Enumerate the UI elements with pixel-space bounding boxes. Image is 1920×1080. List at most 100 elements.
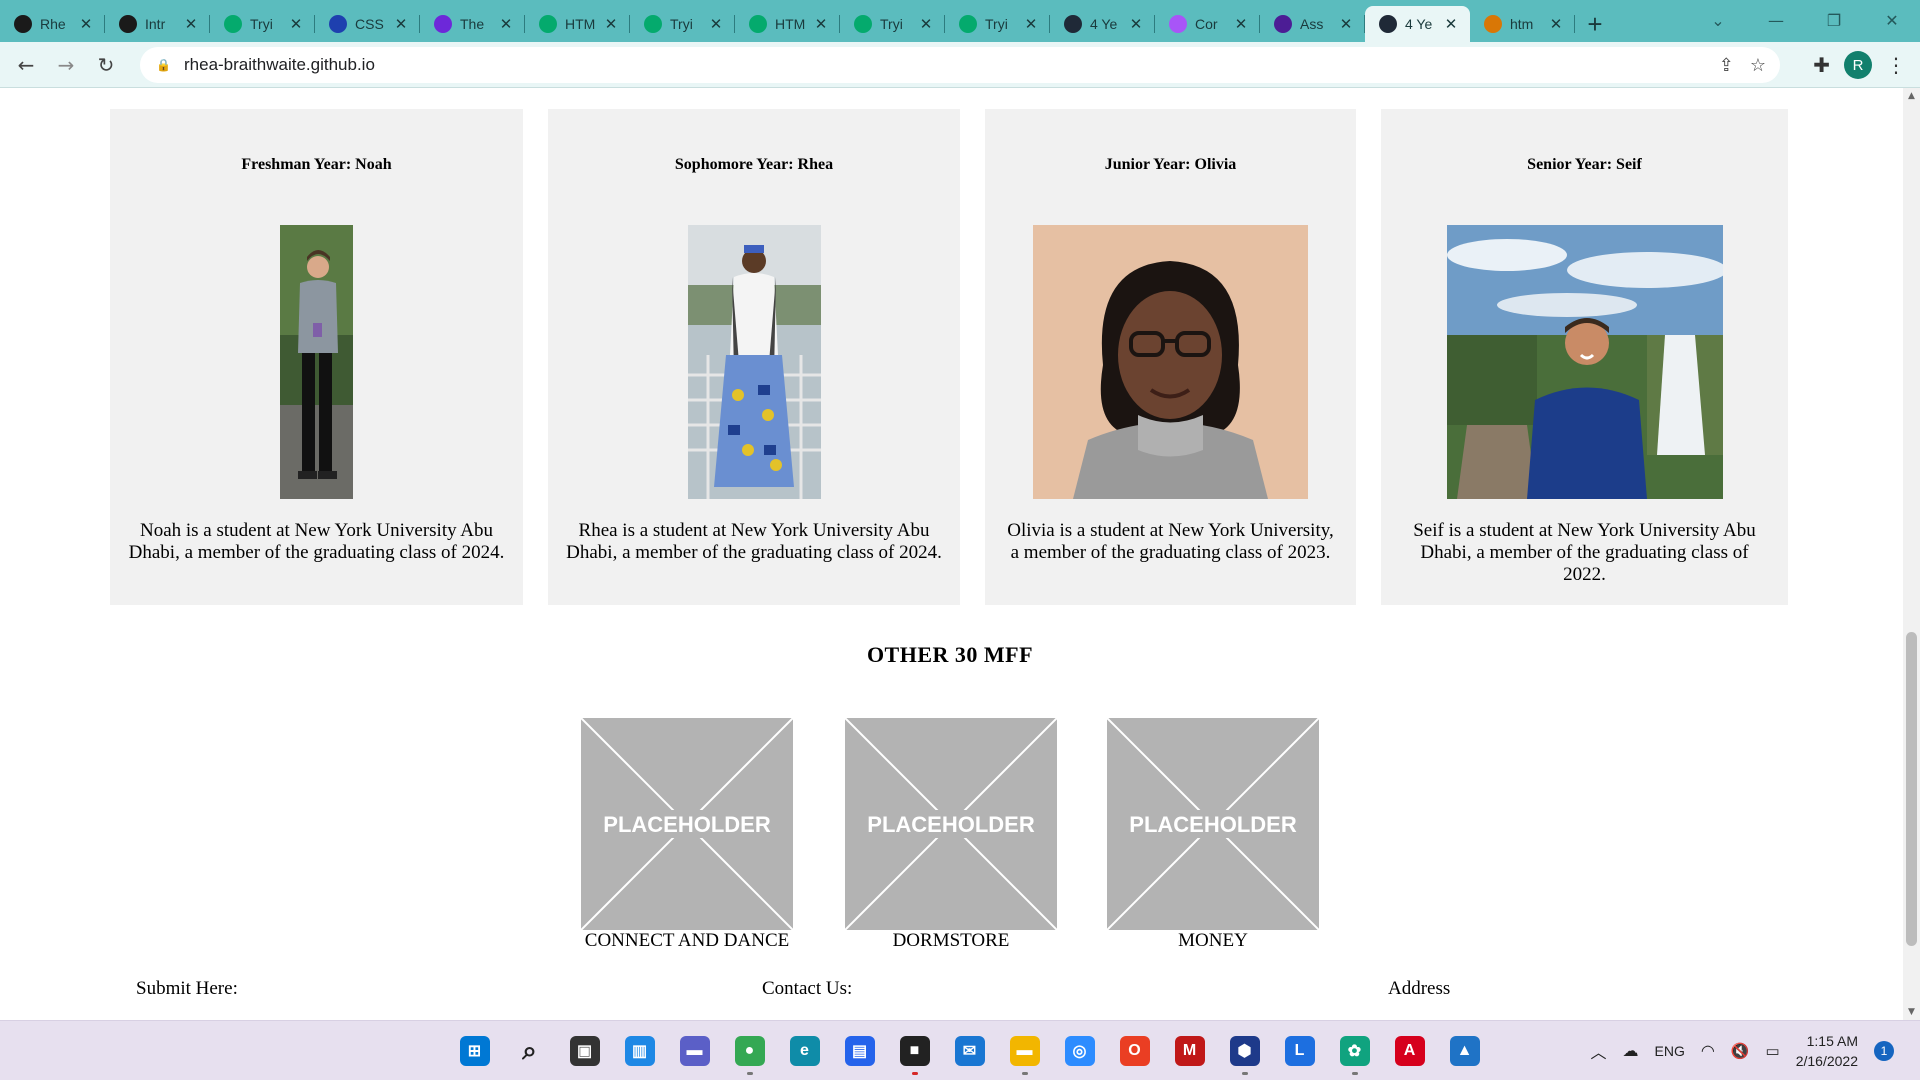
taskbar-app-button[interactable]: M bbox=[1162, 1021, 1217, 1080]
placeholder-image-dormstore[interactable]: PLACEHOLDER bbox=[844, 717, 1058, 931]
virtualbox-icon: ⬢ bbox=[1229, 1036, 1260, 1066]
taskbar-app-button[interactable]: ▥ bbox=[612, 1021, 667, 1080]
tab-title: Tryi bbox=[250, 16, 273, 32]
browser-tab[interactable]: CSS ✕ bbox=[315, 6, 420, 42]
browser-tab[interactable]: Rhe ✕ bbox=[0, 6, 105, 42]
profile-avatar[interactable]: R bbox=[1844, 51, 1872, 79]
student-card-olivia: Junior Year: Olivia Olivia is a student … bbox=[985, 109, 1356, 605]
tab-close-icon[interactable]: ✕ bbox=[1127, 15, 1145, 33]
chatgpt-icon: ✿ bbox=[1339, 1036, 1370, 1066]
show-hidden-icons-icon[interactable]: ︿ bbox=[1591, 1039, 1607, 1063]
back-icon[interactable]: ← bbox=[6, 45, 46, 85]
tab-close-icon[interactable]: ✕ bbox=[1022, 15, 1040, 33]
browser-tab[interactable]: Ass ✕ bbox=[1260, 6, 1365, 42]
taskbar-app-button[interactable]: ⊞ bbox=[447, 1021, 502, 1080]
placeholder-label: DORMSTORE bbox=[892, 930, 1010, 951]
bookmark-star-icon[interactable]: ☆ bbox=[1750, 55, 1766, 76]
menu-kebab-icon[interactable]: ⋮ bbox=[1886, 53, 1906, 77]
browser-tab[interactable]: Tryi ✕ bbox=[210, 6, 315, 42]
tab-close-icon[interactable]: ✕ bbox=[917, 15, 935, 33]
tab-close-icon[interactable]: ✕ bbox=[1442, 15, 1460, 33]
browser-tab[interactable]: Cor ✕ bbox=[1155, 6, 1260, 42]
running-indicator bbox=[911, 1072, 918, 1075]
close-window-icon[interactable]: ✕ bbox=[1864, 0, 1920, 40]
wifi-icon[interactable]: ◠ bbox=[1701, 1041, 1715, 1061]
browser-tab[interactable]: Tryi ✕ bbox=[840, 6, 945, 42]
share-icon[interactable]: ⇪ bbox=[1719, 55, 1734, 76]
taskbar-app-button[interactable]: L bbox=[1272, 1021, 1327, 1080]
browser-tab[interactable]: htm ✕ bbox=[1470, 6, 1575, 42]
taskbar-app-button[interactable]: ▬ bbox=[997, 1021, 1052, 1080]
file-explorer-icon: ▬ bbox=[1009, 1036, 1040, 1066]
onedrive-icon[interactable]: ☁ bbox=[1623, 1041, 1639, 1061]
clock[interactable]: 1:15 AM 2/16/2022 bbox=[1796, 1031, 1858, 1071]
tab-close-icon[interactable]: ✕ bbox=[812, 15, 830, 33]
url-text[interactable]: rhea-braithwaite.github.io bbox=[184, 55, 375, 75]
notification-badge[interactable]: 1 bbox=[1874, 1041, 1894, 1061]
minimize-icon[interactable]: — bbox=[1748, 0, 1804, 40]
language-indicator[interactable]: ENG bbox=[1655, 1043, 1685, 1059]
taskbar-app-button[interactable]: ◎ bbox=[1052, 1021, 1107, 1080]
browser-tab[interactable]: 4 Ye ✕ bbox=[1050, 6, 1155, 42]
browser-tab[interactable]: HTM ✕ bbox=[525, 6, 630, 42]
scroll-up-icon[interactable]: ▲ bbox=[1903, 88, 1920, 104]
taskbar-app-button[interactable]: ▣ bbox=[557, 1021, 612, 1080]
taskbar-app-button[interactable]: A bbox=[1382, 1021, 1437, 1080]
start-icon: ⊞ bbox=[459, 1036, 490, 1066]
browser-tab[interactable]: The ✕ bbox=[420, 6, 525, 42]
browser-tab[interactable]: HTM ✕ bbox=[735, 6, 840, 42]
widgets-icon: ▥ bbox=[624, 1036, 655, 1066]
taskbar-app-button[interactable]: ● bbox=[722, 1021, 777, 1080]
browser-tab[interactable]: 4 Ye ✕ bbox=[1365, 6, 1470, 42]
student-card-seif: Senior Year: Seif Seif is a student at N… bbox=[1381, 109, 1788, 605]
address-bar[interactable]: 🔒 rhea-braithwaite.github.io ⇪ ☆ bbox=[140, 47, 1780, 83]
tab-title: Rhe bbox=[40, 16, 66, 32]
taskbar-app-button[interactable]: ⬢ bbox=[1217, 1021, 1272, 1080]
battery-icon[interactable]: ▭ bbox=[1766, 1042, 1780, 1060]
tab-close-icon[interactable]: ✕ bbox=[392, 15, 410, 33]
placeholder-label: MONEY bbox=[1178, 930, 1248, 951]
taskbar-app-button[interactable]: ▲ bbox=[1437, 1021, 1492, 1080]
tab-title: htm bbox=[1510, 16, 1534, 32]
taskbar-app-button[interactable]: ✿ bbox=[1327, 1021, 1382, 1080]
tab-close-icon[interactable]: ✕ bbox=[1232, 15, 1250, 33]
chat-icon: ▬ bbox=[679, 1036, 710, 1066]
browser-tab[interactable]: Tryi ✕ bbox=[630, 6, 735, 42]
w3schools-icon bbox=[539, 15, 557, 33]
tab-close-icon[interactable]: ✕ bbox=[602, 15, 620, 33]
forward-icon[interactable]: → bbox=[46, 45, 86, 85]
taskbar-app-button[interactable]: e bbox=[777, 1021, 832, 1080]
system-tray: ︿ ☁ ENG ◠ 🔇 ▭ 1:15 AM 2/16/2022 1 bbox=[1591, 1021, 1920, 1080]
search-icon: ⌕ bbox=[514, 1035, 545, 1066]
w3schools-icon bbox=[959, 15, 977, 33]
taskbar-app-button[interactable]: ▤ bbox=[832, 1021, 887, 1080]
tab-close-icon[interactable]: ✕ bbox=[1547, 15, 1565, 33]
placeholder-image-connect[interactable]: PLACEHOLDER bbox=[580, 717, 794, 931]
tab-close-icon[interactable]: ✕ bbox=[182, 15, 200, 33]
browser-tab[interactable]: Tryi ✕ bbox=[945, 6, 1050, 42]
placeholder-image-money[interactable]: PLACEHOLDER bbox=[1106, 717, 1320, 931]
lock-icon[interactable]: 🔒 bbox=[156, 58, 171, 72]
reload-icon[interactable]: ↻ bbox=[86, 45, 126, 85]
css-icon bbox=[329, 15, 347, 33]
scrollbar-thumb[interactable] bbox=[1906, 632, 1917, 946]
volume-muted-icon[interactable]: 🔇 bbox=[1731, 1042, 1750, 1060]
tab-close-icon[interactable]: ✕ bbox=[287, 15, 305, 33]
extensions-icon[interactable]: ✚ bbox=[1813, 53, 1830, 77]
tab-close-icon[interactable]: ✕ bbox=[707, 15, 725, 33]
taskbar-app-button[interactable]: ✉ bbox=[942, 1021, 997, 1080]
tab-search-icon[interactable]: ⌄ bbox=[1690, 0, 1746, 40]
tab-close-icon[interactable]: ✕ bbox=[497, 15, 515, 33]
taskbar-app-button[interactable]: ▬ bbox=[667, 1021, 722, 1080]
taskbar-app-button[interactable]: ■ bbox=[887, 1021, 942, 1080]
tab-close-icon[interactable]: ✕ bbox=[1337, 15, 1355, 33]
taskbar-app-button[interactable]: ⌕ bbox=[502, 1021, 557, 1080]
w3schools-icon bbox=[854, 15, 872, 33]
page-scrollbar[interactable]: ▲ ▼ bbox=[1903, 88, 1920, 1020]
restore-icon[interactable]: ❐ bbox=[1806, 0, 1862, 40]
new-tab-button[interactable]: + bbox=[1575, 6, 1615, 42]
browser-tab[interactable]: Intr ✕ bbox=[105, 6, 210, 42]
tab-close-icon[interactable]: ✕ bbox=[77, 15, 95, 33]
scroll-down-icon[interactable]: ▼ bbox=[1903, 1004, 1920, 1020]
taskbar-app-button[interactable]: O bbox=[1107, 1021, 1162, 1080]
